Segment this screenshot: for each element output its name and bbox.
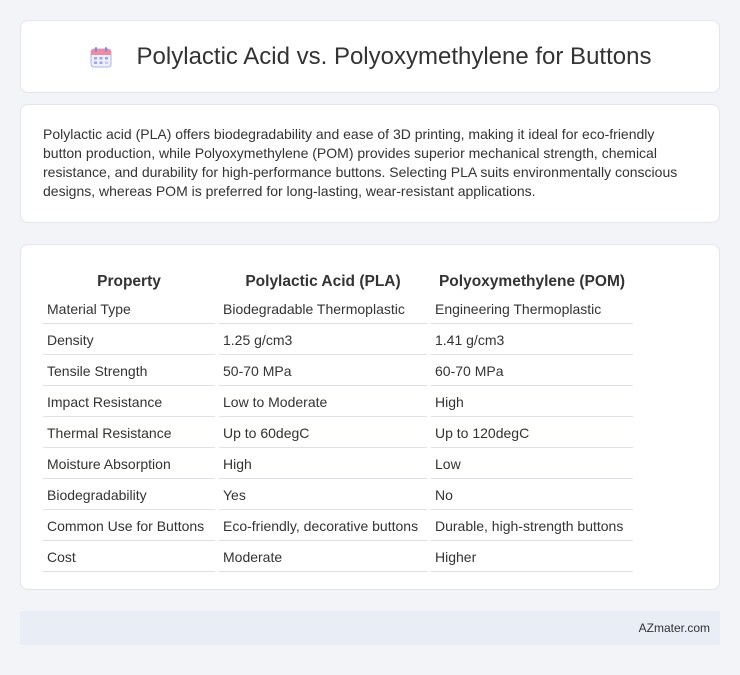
summary-card: Polylactic acid (PLA) offers biodegradab… <box>20 104 720 223</box>
cell-pom: 1.41 g/cm3 <box>431 326 633 355</box>
cell-pla: Biodegradable Thermoplastic <box>219 295 427 324</box>
table-row: Moisture Absorption High Low <box>43 450 633 479</box>
cell-pom: Durable, high-strength buttons <box>431 512 633 541</box>
cell-pom: Engineering Thermoplastic <box>431 295 633 324</box>
footer-site-link[interactable]: AZmater.com <box>639 621 710 635</box>
table-row: Common Use for Buttons Eco-friendly, dec… <box>43 512 633 541</box>
cell-pla: Eco-friendly, decorative buttons <box>219 512 427 541</box>
table-row: Impact Resistance Low to Moderate High <box>43 388 633 417</box>
summary-text: Polylactic acid (PLA) offers biodegradab… <box>43 126 678 199</box>
cell-pla: 1.25 g/cm3 <box>219 326 427 355</box>
cell-property: Biodegradability <box>43 481 215 510</box>
cell-pla: High <box>219 450 427 479</box>
cell-pla: Yes <box>219 481 427 510</box>
cell-property: Moisture Absorption <box>43 450 215 479</box>
calendar-icon <box>90 46 112 67</box>
table-row: Biodegradability Yes No <box>43 481 633 510</box>
cell-property: Thermal Resistance <box>43 419 215 448</box>
page-title: Polylactic Acid vs. Polyoxymethylene for… <box>136 42 652 70</box>
cell-pom: High <box>431 388 633 417</box>
table-row: Tensile Strength 50-70 MPa 60-70 MPa <box>43 357 633 386</box>
table-row: Material Type Biodegradable Thermoplasti… <box>43 295 633 324</box>
comparison-table: Property Polylactic Acid (PLA) Polyoxyme… <box>39 265 637 574</box>
cell-property: Common Use for Buttons <box>43 512 215 541</box>
cell-pom: Higher <box>431 543 633 572</box>
cell-pom: No <box>431 481 633 510</box>
cell-pom: Low <box>431 450 633 479</box>
title-card: Polylactic Acid vs. Polyoxymethylene for… <box>20 20 720 93</box>
cell-pla: Low to Moderate <box>219 388 427 417</box>
cell-pom: Up to 120degC <box>431 419 633 448</box>
header-property: Property <box>97 273 161 290</box>
header-pom: Polyoxymethylene (POM) <box>438 273 626 290</box>
cell-property: Density <box>43 326 215 355</box>
table-row: Density 1.25 g/cm3 1.41 g/cm3 <box>43 326 633 355</box>
cell-property: Tensile Strength <box>43 357 215 386</box>
table-row: Cost Moderate Higher <box>43 543 633 572</box>
cell-property: Impact Resistance <box>43 388 215 417</box>
title-wrap: Polylactic Acid vs. Polyoxymethylene for… <box>89 42 652 71</box>
table-card: Property Polylactic Acid (PLA) Polyoxyme… <box>20 244 720 590</box>
footer: AZmater.com <box>20 611 720 645</box>
cell-property: Material Type <box>43 295 215 324</box>
table-row: Thermal Resistance Up to 60degC Up to 12… <box>43 419 633 448</box>
header-pla: Polylactic Acid (PLA) <box>245 273 401 290</box>
cell-pla: 50-70 MPa <box>219 357 427 386</box>
cell-pla: Moderate <box>219 543 427 572</box>
cell-property: Cost <box>43 543 215 572</box>
cell-pla: Up to 60degC <box>219 419 427 448</box>
table-header-row: Property Polylactic Acid (PLA) Polyoxyme… <box>43 267 633 293</box>
cell-pom: 60-70 MPa <box>431 357 633 386</box>
